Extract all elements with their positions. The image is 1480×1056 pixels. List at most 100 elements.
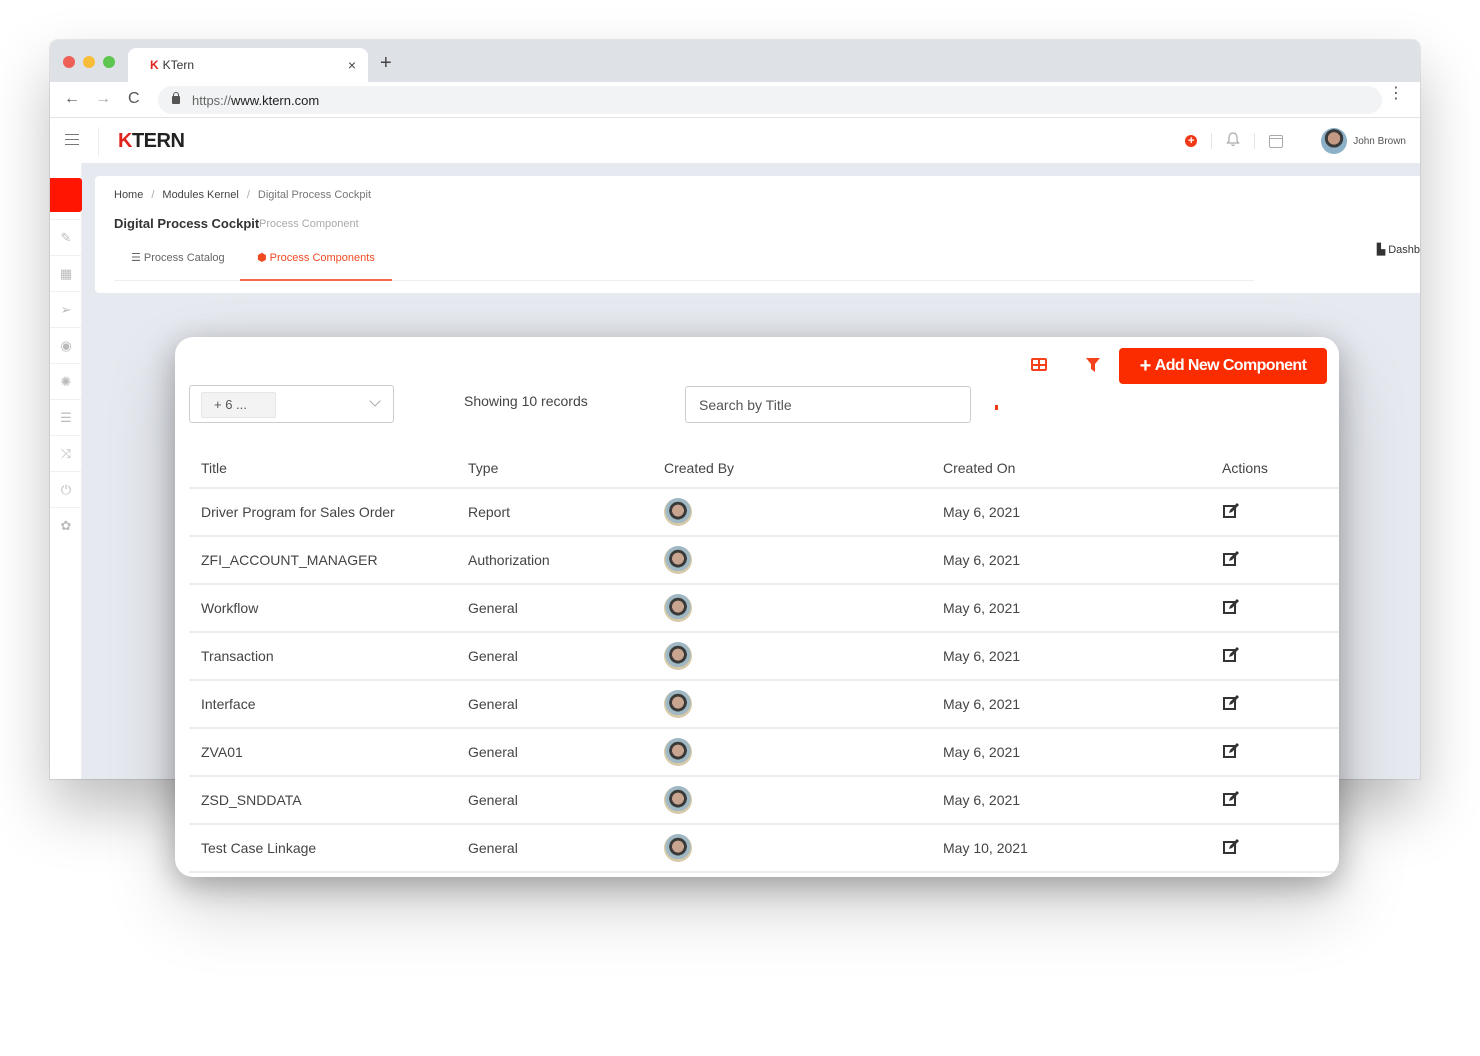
new-tab-button[interactable]: +: [380, 52, 392, 75]
cell-type: General: [468, 696, 518, 712]
browser-toolbar: ← → C https://www.ktern.com ⋮: [50, 82, 1420, 118]
forward-icon[interactable]: →: [95, 90, 111, 108]
edit-icon[interactable]: [1222, 742, 1240, 760]
page-tabs: ☰ Process Catalog ⬢ Process Components: [114, 246, 1254, 281]
tab-process-components[interactable]: ⬢ Process Components: [240, 246, 392, 281]
tab-process-catalog[interactable]: ☰ Process Catalog: [114, 246, 242, 281]
fire-icon: ◉: [60, 337, 72, 353]
sidebar-item-list[interactable]: ☰: [50, 399, 82, 435]
table-row[interactable]: Workflow General May 6, 2021: [189, 585, 1339, 633]
page-subtitle: Process Component: [259, 218, 359, 230]
lock-icon: [172, 92, 180, 104]
edit-icon[interactable]: [1222, 598, 1240, 616]
table-row[interactable]: ZSD_SNDDATA General May 6, 2021: [189, 777, 1339, 825]
add-new-component-button[interactable]: + Add New Component: [1119, 348, 1327, 384]
table-row[interactable]: ZFI_ACCOUNT_MANAGER Authorization May 6,…: [189, 537, 1339, 585]
cell-created-on: May 6, 2021: [943, 600, 1021, 616]
sidebar-item-active[interactable]: [50, 178, 82, 212]
user-name[interactable]: John Brown: [1353, 136, 1406, 147]
header-actions: + John Brown: [1185, 127, 1406, 155]
column-created-on[interactable]: Created On: [943, 460, 1222, 476]
cell-created-by: [664, 834, 943, 862]
edit-icon[interactable]: [1222, 694, 1240, 712]
cell-created-on: May 6, 2021: [943, 696, 1021, 712]
user-avatar[interactable]: [1321, 128, 1348, 154]
table-row[interactable]: Driver Program for Sales Order Report Ma…: [189, 489, 1339, 537]
creator-avatar: [664, 834, 692, 862]
browser-tab[interactable]: K KTern ×: [128, 48, 368, 82]
cell-created-by: [664, 642, 943, 670]
lightbulb-icon: ✺: [60, 373, 72, 389]
creator-avatar: [664, 594, 692, 622]
bell-icon[interactable]: [1226, 132, 1240, 150]
page-header-card: Home / Modules Kernel / Digital Process …: [95, 176, 1420, 293]
minimize-window-button[interactable]: [83, 56, 95, 68]
table-row[interactable]: Transaction General May 6, 2021: [189, 633, 1339, 681]
list-icon: ☰: [60, 409, 72, 425]
edit-icon[interactable]: [1222, 502, 1240, 520]
power-icon: ⏻: [60, 481, 72, 497]
maximize-window-button[interactable]: [103, 56, 115, 68]
creator-avatar: [664, 690, 692, 718]
app-header: KTERN + John Brown: [50, 119, 1420, 163]
creator-avatar: [664, 546, 692, 574]
sidebar-item-power[interactable]: ⏻: [50, 471, 82, 507]
tab-title: KTern: [162, 58, 195, 72]
column-created-by[interactable]: Created By: [664, 460, 943, 476]
cell-actions: [1222, 838, 1339, 859]
calendar-icon[interactable]: [1269, 134, 1284, 148]
edit-icon[interactable]: [1222, 646, 1240, 664]
breadcrumb-home[interactable]: Home: [114, 189, 143, 201]
cell-type: Authorization: [468, 552, 550, 568]
cell-title: Workflow: [201, 600, 259, 616]
back-icon[interactable]: ←: [64, 90, 80, 108]
process-components-card: + Add New Component + 6 ... Showing 10 r…: [175, 337, 1339, 877]
sidebar-item-notes[interactable]: ✎: [50, 219, 82, 255]
table-row[interactable]: ZVA01 General May 6, 2021: [189, 729, 1339, 777]
cell-type: General: [468, 648, 518, 664]
edit-icon[interactable]: [1222, 790, 1240, 808]
cell-type: Report: [468, 504, 511, 520]
sidebar-item-shuffle[interactable]: ⤨: [50, 435, 82, 471]
sidebar-item-fire[interactable]: ◉: [50, 327, 82, 363]
cell-created-by: [664, 498, 943, 526]
column-type[interactable]: Type: [468, 460, 664, 476]
type-multiselect[interactable]: + 6 ...: [189, 385, 394, 423]
cell-title: ZFI_ACCOUNT_MANAGER: [201, 552, 378, 568]
cell-created-on: May 6, 2021: [943, 552, 1021, 568]
header-divider: [98, 127, 99, 157]
table-row[interactable]: Test Case Linkage General May 10, 2021: [189, 825, 1339, 873]
hamburger-menu-icon[interactable]: [65, 134, 79, 149]
cell-title: Driver Program for Sales Order: [201, 504, 395, 520]
column-title[interactable]: Title: [189, 460, 468, 476]
table-body: Driver Program for Sales Order Report Ma…: [189, 489, 1339, 873]
browser-tabbar: K KTern × +: [50, 40, 1420, 82]
table-view-icon[interactable]: [1031, 358, 1047, 371]
chevron-down-icon: [369, 395, 381, 407]
filter-icon[interactable]: [1085, 357, 1101, 373]
breadcrumb-modules-kernel[interactable]: Modules Kernel: [162, 189, 238, 201]
sidebar-item-dashboard[interactable]: ▦: [50, 255, 82, 291]
search-input[interactable]: [685, 386, 971, 423]
add-circle-icon[interactable]: +: [1185, 135, 1198, 147]
creator-avatar: [664, 642, 692, 670]
cell-created-on: May 6, 2021: [943, 744, 1021, 760]
dashboard-link[interactable]: ▙ Dashb: [1377, 243, 1420, 256]
sidebar-item-settings[interactable]: ✿: [50, 507, 82, 543]
close-tab-icon[interactable]: ×: [348, 57, 356, 73]
table-header: Title Type Created By Created On Actions: [189, 449, 1339, 489]
table-row[interactable]: Interface General May 6, 2021: [189, 681, 1339, 729]
reload-icon[interactable]: C: [128, 90, 140, 108]
sidebar-item-send[interactable]: ➢: [50, 291, 82, 327]
close-window-button[interactable]: [63, 56, 75, 68]
edit-icon[interactable]: [1222, 838, 1240, 856]
edit-icon[interactable]: [1222, 550, 1240, 568]
cell-title: Interface: [201, 696, 256, 712]
cell-title: Transaction: [201, 648, 274, 664]
ktern-logo[interactable]: KTERN: [118, 130, 185, 153]
cell-created-by: [664, 690, 943, 718]
browser-menu-icon[interactable]: ⋮: [1388, 86, 1404, 102]
sidebar-item-idea[interactable]: ✺: [50, 363, 82, 399]
cell-created-by: [664, 546, 943, 574]
address-bar[interactable]: https://www.ktern.com: [158, 86, 1382, 114]
